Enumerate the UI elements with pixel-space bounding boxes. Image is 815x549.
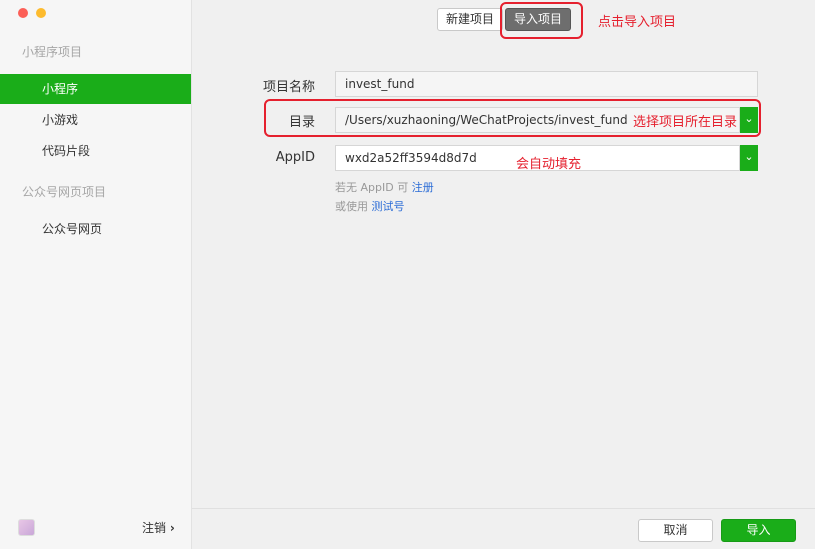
sidebar-item-miniprogram[interactable]: 小程序	[0, 74, 191, 104]
sidebar-item-minigame[interactable]: 小游戏	[0, 105, 191, 135]
logout-label: 注销	[142, 521, 167, 535]
window-controls	[18, 8, 46, 18]
logout-button[interactable]: 注销 ›	[142, 519, 175, 536]
cancel-button[interactable]: 取消	[638, 519, 713, 542]
project-name-label: 项目名称	[262, 80, 315, 95]
footer-bar: 取消 导入	[192, 508, 815, 549]
project-name-input[interactable]: invest_fund	[335, 71, 758, 97]
annotation-box-import	[500, 2, 583, 39]
import-button[interactable]: 导入	[721, 519, 796, 542]
hint-or-use-text: 或使用	[335, 200, 368, 213]
section-title-miniprogram: 小程序项目	[22, 45, 83, 59]
hint-test-account: 或使用 测试号	[335, 198, 405, 214]
annotation-choose-dir: 选择项目所在目录	[633, 115, 738, 130]
minimize-window-button[interactable]	[36, 8, 46, 18]
annotation-auto-fill: 会自动填充	[516, 157, 582, 172]
register-link[interactable]: 注册	[412, 181, 434, 194]
appid-dropdown-button[interactable]: ⌄	[740, 145, 758, 171]
annotation-click-import: 点击导入项目	[598, 15, 677, 30]
sidebar: 小程序项目 小程序 小游戏 代码片段 公众号网页项目 公众号网页 注销 ›	[0, 0, 192, 549]
test-account-link[interactable]: 测试号	[372, 200, 405, 213]
close-window-button[interactable]	[18, 8, 28, 18]
chevron-right-icon: ›	[169, 521, 175, 535]
hint-no-appid: 若无 AppID 可 注册	[335, 179, 434, 195]
appid-label: AppID	[275, 150, 315, 165]
main-panel: 新建项目 导入项目 点击导入项目 项目名称 invest_fund 目录 /Us…	[192, 0, 815, 549]
new-project-button[interactable]: 新建项目	[437, 8, 504, 31]
sidebar-item-code-snippet[interactable]: 代码片段	[0, 136, 191, 166]
sidebar-item-official-web[interactable]: 公众号网页	[0, 214, 191, 244]
chevron-down-icon: ⌄	[744, 150, 754, 163]
avatar[interactable]	[18, 519, 35, 536]
section-title-official: 公众号网页项目	[22, 185, 107, 199]
hint-no-appid-text: 若无 AppID 可	[335, 181, 409, 194]
